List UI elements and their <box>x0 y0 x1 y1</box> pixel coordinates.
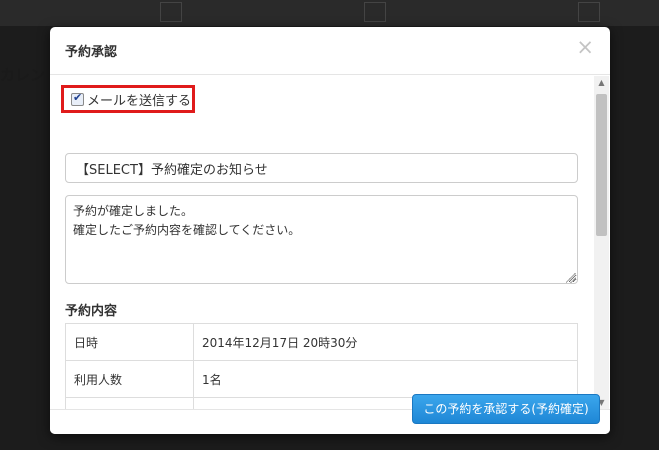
background-toolbar <box>0 0 659 26</box>
detail-key: 日時 <box>65 323 194 361</box>
send-mail-label: メールを送信する <box>87 93 192 109</box>
reservation-details-title: 予約内容 <box>65 304 118 319</box>
check-icon: ✔ <box>73 90 83 104</box>
detail-value: 2014年12月17日 20時30分 <box>193 323 578 361</box>
background-icon <box>160 2 182 22</box>
background-page-title: カレン <box>0 66 46 84</box>
mail-body-line: 予約が確定しました。 <box>73 204 194 218</box>
background-icon <box>578 2 600 22</box>
scroll-up-icon[interactable]: ▲ <box>594 76 609 90</box>
close-icon[interactable]: × <box>576 37 594 58</box>
background-icon <box>364 2 386 22</box>
reservation-approval-modal: 予約承認 × ✔ メールを送信する 予約が確定しました。 確定したご予約内容を確… <box>50 27 610 434</box>
mail-subject-input[interactable] <box>65 153 578 183</box>
approve-reservation-button[interactable]: この予約を承認する(予約確定) <box>412 394 600 424</box>
detail-key: 利用人数 <box>65 360 194 398</box>
mail-body-line: 確定したご予約内容を確認してください。 <box>73 223 301 237</box>
detail-value: 1名 <box>193 360 578 398</box>
mail-body-textarea[interactable]: 予約が確定しました。 確定したご予約内容を確認してください。 <box>65 195 578 284</box>
modal-header: 予約承認 × <box>50 27 610 75</box>
send-mail-checkbox[interactable]: ✔ <box>71 90 84 106</box>
send-mail-option[interactable]: ✔ メールを送信する <box>61 85 195 113</box>
table-row: 利用人数 1名 <box>65 360 578 398</box>
table-row: 日時 2014年12月17日 20時30分 <box>65 323 578 361</box>
modal-scrollbar[interactable]: ▲ ▼ <box>594 76 609 410</box>
modal-body: ✔ メールを送信する 予約が確定しました。 確定したご予約内容を確認してください… <box>50 75 594 409</box>
detail-key <box>65 397 194 409</box>
scroll-thumb[interactable] <box>596 94 607 236</box>
resize-handle[interactable] <box>566 273 576 283</box>
modal-title: 予約承認 <box>65 45 118 60</box>
